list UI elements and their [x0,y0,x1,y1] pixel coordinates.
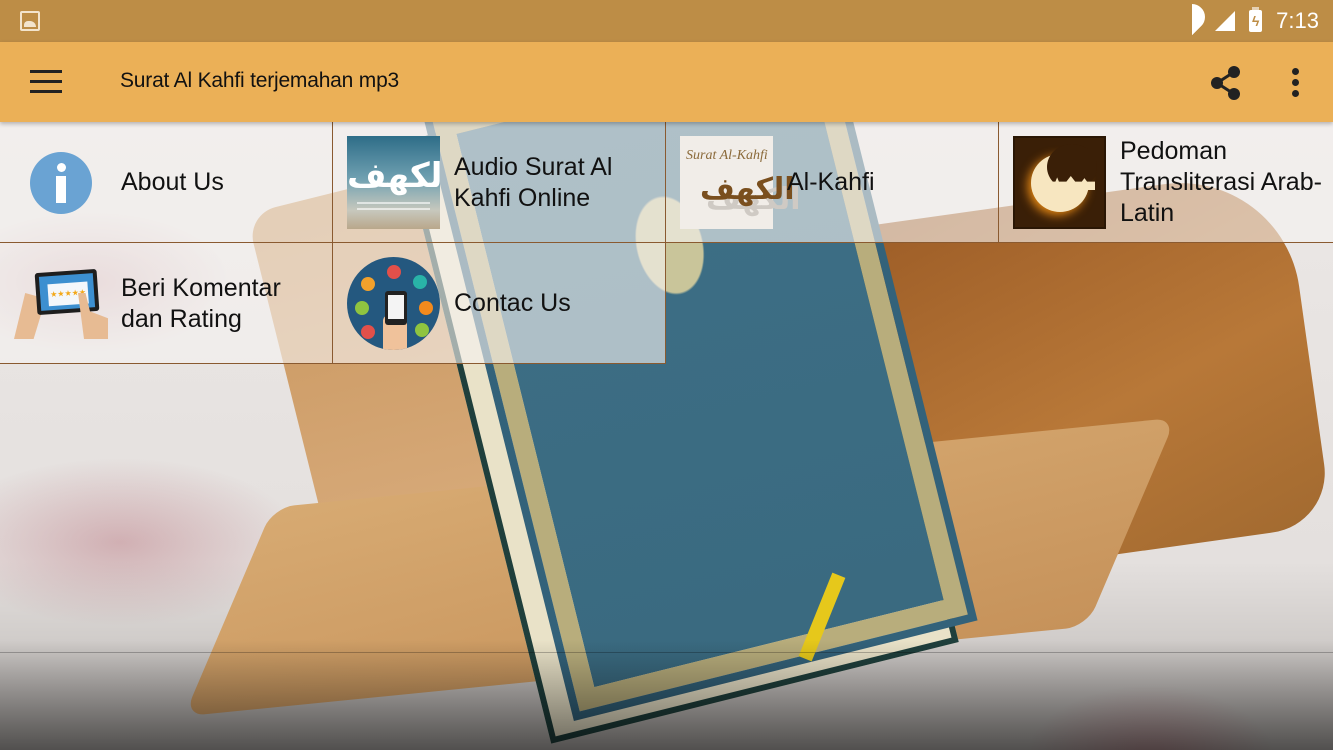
phone-network-icon [347,257,440,350]
tablet-rating-icon: ★★★★★ [14,267,110,339]
wifi-icon [1179,10,1205,32]
hamburger-menu-icon[interactable] [30,68,64,96]
surat-al-kahfi-thumbnail: Surat Al-Kahfi الكهف [680,136,795,229]
status-icons: ϟ 7:13 [1179,0,1319,42]
al-kahfi-calligraphy-thumbnail: الكهف [347,136,440,229]
menu-item-label: Al-Kahfi [787,168,875,196]
menu-item-label: Pedoman Transliterasi Arab-Latin [1120,137,1322,227]
menu-item-about-us[interactable]: About Us [0,122,333,243]
share-icon[interactable] [1207,64,1245,102]
status-bar: ϟ 7:13 [0,0,1333,42]
app-bar: Surat Al Kahfi terjemahan mp3 [0,42,1333,122]
menu-item-contact-us[interactable]: Contac Us [333,243,666,364]
battery-charging-icon: ϟ [1249,7,1263,32]
clock: 7:13 [1276,8,1319,33]
crescent-moon-mosque-icon [1013,136,1106,229]
signal-icon [1215,11,1236,31]
info-icon [30,152,92,214]
menu-item-label: Audio Surat Al Kahfi Online [454,152,613,212]
menu-item-label: Contac Us [454,289,571,317]
menu-item-transliterasi[interactable]: Pedoman Transliterasi Arab-Latin [999,122,1333,243]
menu-item-al-kahfi[interactable]: Surat Al-Kahfi الكهف Al-Kahfi [666,122,999,243]
menu-item-rating[interactable]: ★★★★★ Beri Komentar dan Rating [0,243,333,364]
menu-item-label: Beri Komentar dan Rating [121,273,281,333]
app-title: Surat Al Kahfi terjemahan mp3 [120,69,400,92]
menu-item-label: About Us [121,168,224,196]
more-vertical-icon[interactable] [1283,66,1309,100]
gallery-icon [20,11,40,31]
menu-item-audio-online[interactable]: الكهف Audio Surat Al Kahfi Online [333,122,666,243]
